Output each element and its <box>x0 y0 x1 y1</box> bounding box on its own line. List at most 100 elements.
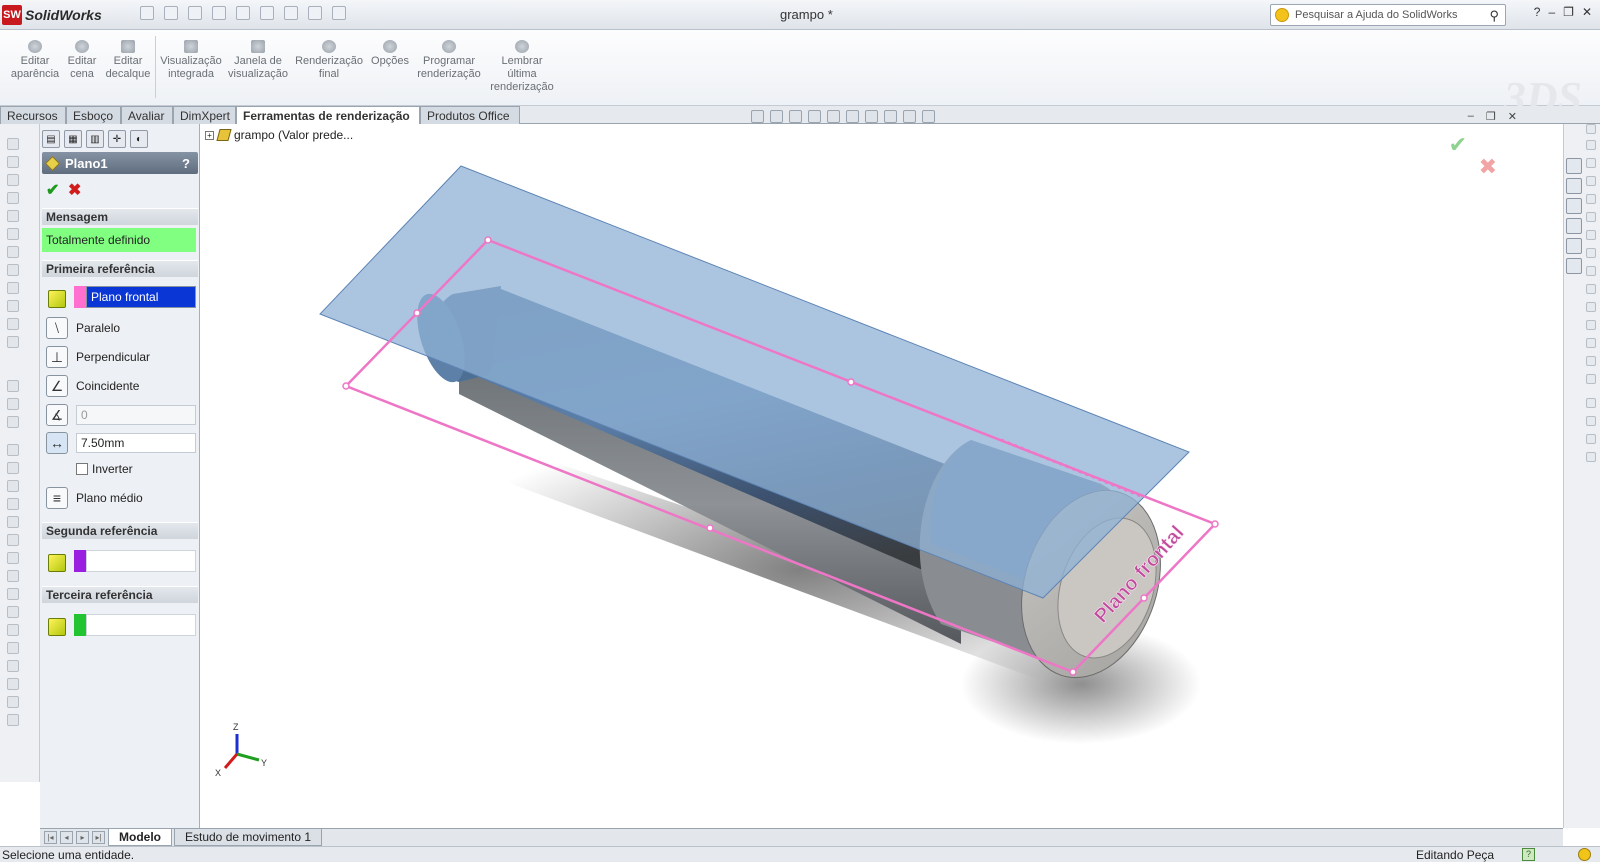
chamfer-icon[interactable] <box>7 480 19 492</box>
pattern-icon[interactable] <box>7 318 19 330</box>
tab-office-products[interactable]: Produtos Office <box>420 106 520 124</box>
configuration-manager-tab-icon[interactable]: ▥ <box>86 130 104 148</box>
tab-esboco[interactable]: Esboço <box>66 106 121 124</box>
recall-last-render-button[interactable]: Lembrar última renderização <box>486 40 558 94</box>
expand-icon[interactable]: + <box>205 130 214 140</box>
check-entity-icon[interactable] <box>1586 434 1596 444</box>
next-tab-icon[interactable]: ▸ <box>76 831 89 844</box>
dimxpert-manager-tab-icon[interactable]: ✛ <box>108 130 126 148</box>
copy-tool-icon[interactable] <box>1586 452 1596 462</box>
schedule-render-button[interactable]: Programar renderização <box>414 40 484 81</box>
file-explorer-icon[interactable] <box>1566 198 1582 214</box>
split-line-icon[interactable] <box>1586 374 1596 384</box>
coincident-option[interactable]: ∠ Coincidente <box>46 374 139 398</box>
draft-icon[interactable] <box>7 534 19 546</box>
plane-handle[interactable] <box>1069 668 1077 676</box>
appearances-scenes-icon[interactable] <box>1566 238 1582 254</box>
mid-plane-option[interactable]: ≡ Plano médio <box>46 486 143 510</box>
options-icon[interactable] <box>332 6 346 20</box>
note-tool-icon[interactable] <box>1586 140 1596 150</box>
confirmation-corner-ok[interactable]: ✔ <box>1449 132 1467 158</box>
symmetry-tool-icon[interactable] <box>1586 266 1596 276</box>
measure-icon[interactable] <box>7 642 19 654</box>
arc-icon[interactable] <box>7 228 19 240</box>
tab-dimxpert[interactable]: DimXpert <box>173 106 236 124</box>
offset-icon[interactable] <box>7 282 19 294</box>
tab-render-tools[interactable]: Ferramentas de renderização <box>236 106 420 125</box>
extrude-icon[interactable] <box>7 380 19 392</box>
viewport-close-button[interactable]: ✕ <box>1508 110 1517 123</box>
zoom-to-fit-icon[interactable] <box>751 110 764 123</box>
hide-show-items-icon[interactable] <box>865 110 878 123</box>
first-reference-field[interactable]: Plano frontal <box>86 286 196 308</box>
viewport-minimize-button[interactable]: – <box>1468 110 1474 123</box>
tab-avaliar[interactable]: Avaliar <box>121 106 173 124</box>
plane-handle[interactable] <box>1211 520 1219 528</box>
trim-icon[interactable] <box>7 264 19 276</box>
display-style-icon[interactable] <box>7 714 19 726</box>
last-tab-icon[interactable]: ▸| <box>92 831 105 844</box>
3d-scene[interactable]: Plano frontal Z Y X <box>201 124 1563 828</box>
select-icon[interactable] <box>260 6 274 20</box>
tab-recursos[interactable]: Recursos <box>0 106 66 124</box>
rebuild-status-icon[interactable] <box>1578 848 1591 861</box>
quick-tips-help-icon[interactable]: ? <box>1522 848 1535 861</box>
layer-tool-icon[interactable] <box>1586 176 1596 186</box>
ok-button[interactable]: ✔ <box>46 180 59 200</box>
preview-window-button[interactable]: Janela de visualização <box>226 40 290 81</box>
first-tab-icon[interactable]: |◂ <box>44 831 57 844</box>
second-reference-header[interactable]: Segunda referência <box>42 522 198 539</box>
relations-icon[interactable] <box>7 336 19 348</box>
sum-tool-icon[interactable] <box>1586 248 1596 258</box>
second-reference-field[interactable] <box>86 550 196 572</box>
line-icon[interactable] <box>7 174 19 186</box>
message-section-header[interactable]: Mensagem <box>42 208 198 225</box>
third-reference-field[interactable] <box>86 614 196 636</box>
verify-tool-icon[interactable] <box>1586 230 1596 240</box>
help-icon[interactable]: ? <box>182 156 190 171</box>
view-orientation-icon[interactable] <box>827 110 840 123</box>
confirmation-corner-cancel[interactable]: ✖ <box>1479 154 1497 180</box>
save-icon[interactable] <box>188 6 202 20</box>
spline-icon[interactable] <box>7 246 19 258</box>
angle-option[interactable]: ∡ <box>46 403 76 427</box>
feature-manager-tab-icon[interactable]: ▤ <box>42 130 60 148</box>
check-tool-icon[interactable] <box>1586 212 1596 222</box>
distance-option[interactable]: ↔ <box>46 431 76 455</box>
plane-handle[interactable] <box>342 382 350 390</box>
property-manager-tab-icon[interactable]: ▦ <box>64 130 82 148</box>
mirror-icon[interactable] <box>7 300 19 312</box>
search-icon[interactable]: ⚲ <box>1489 8 1499 24</box>
prev-tab-icon[interactable]: ◂ <box>60 831 73 844</box>
move-face-icon[interactable] <box>1586 356 1596 366</box>
fillet-icon[interactable] <box>7 462 19 474</box>
plane-handle[interactable] <box>847 378 855 386</box>
mirror-tool-icon[interactable] <box>1586 398 1596 408</box>
loft-icon[interactable] <box>7 444 19 456</box>
revolve-icon[interactable] <box>7 398 19 410</box>
scale-tool-icon[interactable] <box>1586 320 1596 330</box>
design-library-icon[interactable] <box>1566 178 1582 194</box>
section-view-icon[interactable] <box>7 678 19 690</box>
wrap-tool-icon[interactable] <box>1586 416 1596 426</box>
apply-scene-icon[interactable] <box>903 110 916 123</box>
linear-pattern-icon[interactable] <box>7 570 19 582</box>
distance-input[interactable]: 7.50mm <box>76 433 196 453</box>
instant3d-icon[interactable] <box>7 624 19 636</box>
print-icon[interactable] <box>212 6 226 20</box>
plane-handle[interactable] <box>1140 594 1148 602</box>
dimension-tool-icon[interactable] <box>1586 124 1596 134</box>
previous-view-icon[interactable] <box>789 110 802 123</box>
view-palette-icon[interactable] <box>1566 218 1582 234</box>
balloon-tool-icon[interactable] <box>1586 194 1596 204</box>
new-document-icon[interactable] <box>140 6 154 20</box>
restore-button[interactable]: ❐ <box>1563 5 1574 19</box>
zoom-to-area-icon[interactable] <box>770 110 783 123</box>
delete-face-icon[interactable] <box>1586 338 1596 348</box>
graphics-area[interactable]: Plano frontal Z Y X + grampo (Valor pred… <box>201 110 1563 828</box>
flyout-feature-tree-root[interactable]: + grampo (Valor prede... <box>205 128 353 142</box>
viewport-restore-button[interactable]: ❐ <box>1486 110 1496 123</box>
undo-icon[interactable] <box>236 6 250 20</box>
sweep-icon[interactable] <box>7 416 19 428</box>
plane-handle[interactable] <box>413 309 421 317</box>
